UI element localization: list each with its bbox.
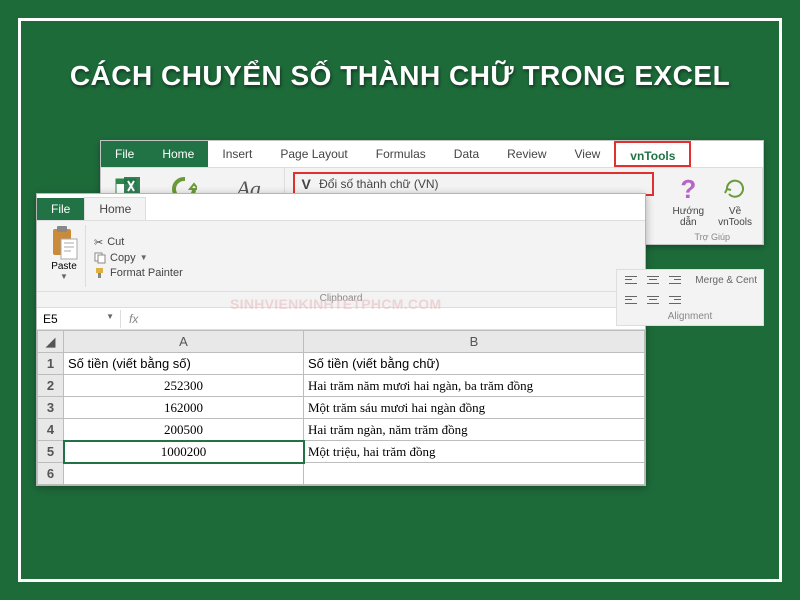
group-label-help: Trợ Giúp bbox=[670, 232, 754, 242]
formula-bar[interactable]: fx bbox=[121, 312, 146, 326]
tab-data[interactable]: Data bbox=[440, 141, 493, 167]
merge-cells-button[interactable]: Merge & Cent bbox=[695, 275, 757, 286]
cell[interactable]: 1000200 bbox=[64, 441, 304, 463]
align-bottom-center-icon[interactable] bbox=[645, 293, 661, 307]
row-header[interactable]: 4 bbox=[38, 419, 64, 441]
page-title: CÁCH CHUYỂN SỐ THÀNH CHỮ TRONG EXCEL bbox=[0, 60, 800, 92]
excel-window: File Home Paste▼ ✂Cut Copy ▼ Format Pain… bbox=[36, 193, 646, 486]
cell[interactable]: Hai trăm ngàn, năm trăm đồng bbox=[304, 419, 645, 441]
tab-insert[interactable]: Insert bbox=[208, 141, 266, 167]
tab-vntools[interactable]: vnTools bbox=[614, 141, 691, 167]
group-label-alignment: Alignment bbox=[617, 310, 763, 325]
align-center-icon[interactable] bbox=[645, 273, 661, 287]
excel-tab-home[interactable]: Home bbox=[84, 197, 146, 220]
align-left-icon[interactable] bbox=[623, 273, 639, 287]
cell[interactable] bbox=[304, 463, 645, 485]
cell[interactable]: 252300 bbox=[64, 375, 304, 397]
tab-view[interactable]: View bbox=[561, 141, 615, 167]
clipboard-paste-icon bbox=[49, 225, 79, 261]
excel-tab-file[interactable]: File bbox=[37, 198, 84, 220]
cell[interactable]: Hai trăm năm mươi hai ngàn, ba trăm đồng bbox=[304, 375, 645, 397]
worksheet[interactable]: ◢ A B 1 Số tiền (viết bằng số) Số tiền (… bbox=[37, 330, 645, 485]
chevron-down-icon: ▼ bbox=[106, 312, 114, 321]
cell[interactable] bbox=[64, 463, 304, 485]
paste-button[interactable]: Paste▼ bbox=[43, 225, 86, 287]
tab-home[interactable]: Home bbox=[148, 141, 208, 167]
row-header[interactable]: 3 bbox=[38, 397, 64, 419]
chevron-down-icon: ▼ bbox=[60, 272, 68, 281]
row-header[interactable]: 5 bbox=[38, 441, 64, 463]
cell[interactable]: Một triệu, hai trăm đồng bbox=[304, 441, 645, 463]
cell[interactable]: Một trăm sáu mươi hai ngàn đồng bbox=[304, 397, 645, 419]
btn-help[interactable]: ? Hướng dẫn bbox=[670, 172, 706, 230]
watermark: SINHVIENKINHTETPHCM.COM bbox=[230, 296, 441, 312]
refresh-circle-icon bbox=[720, 174, 750, 204]
col-header-a[interactable]: A bbox=[64, 331, 304, 353]
col-header-b[interactable]: B bbox=[304, 331, 645, 353]
row-header[interactable]: 6 bbox=[38, 463, 64, 485]
tab-review[interactable]: Review bbox=[493, 141, 560, 167]
format-painter-button[interactable]: Format Painter bbox=[94, 267, 183, 279]
cut-button[interactable]: ✂Cut bbox=[94, 236, 183, 249]
align-right-icon[interactable] bbox=[667, 273, 683, 287]
cell[interactable]: 162000 bbox=[64, 397, 304, 419]
copy-button[interactable]: Copy ▼ bbox=[94, 252, 183, 264]
cell[interactable]: 200500 bbox=[64, 419, 304, 441]
letter-v-icon: V bbox=[299, 176, 313, 192]
chevron-down-icon: ▼ bbox=[140, 253, 148, 262]
alignment-group: Merge & Cent Alignment bbox=[616, 269, 764, 326]
paintbrush-icon bbox=[94, 267, 106, 279]
row-header[interactable]: 1 bbox=[38, 353, 64, 375]
tab-formulas[interactable]: Formulas bbox=[362, 141, 440, 167]
scissors-icon: ✂ bbox=[94, 236, 103, 249]
row-header[interactable]: 2 bbox=[38, 375, 64, 397]
align-bottom-left-icon[interactable] bbox=[623, 293, 639, 307]
name-box[interactable]: E5 ▼ bbox=[37, 310, 121, 328]
copy-icon bbox=[94, 252, 106, 264]
tab-file[interactable]: File bbox=[101, 141, 148, 167]
help-icon: ? bbox=[673, 174, 703, 204]
align-bottom-right-icon[interactable] bbox=[667, 293, 683, 307]
tab-page-layout[interactable]: Page Layout bbox=[266, 141, 361, 167]
fx-icon: fx bbox=[129, 312, 138, 326]
btn-about[interactable]: Về vnTools bbox=[716, 172, 754, 230]
cell[interactable]: Số tiền (viết bằng chữ) bbox=[304, 353, 645, 375]
vntools-tabstrip: File Home Insert Page Layout Formulas Da… bbox=[101, 141, 763, 167]
cell[interactable]: Số tiền (viết bằng số) bbox=[64, 353, 304, 375]
select-all-corner[interactable]: ◢ bbox=[38, 331, 64, 353]
